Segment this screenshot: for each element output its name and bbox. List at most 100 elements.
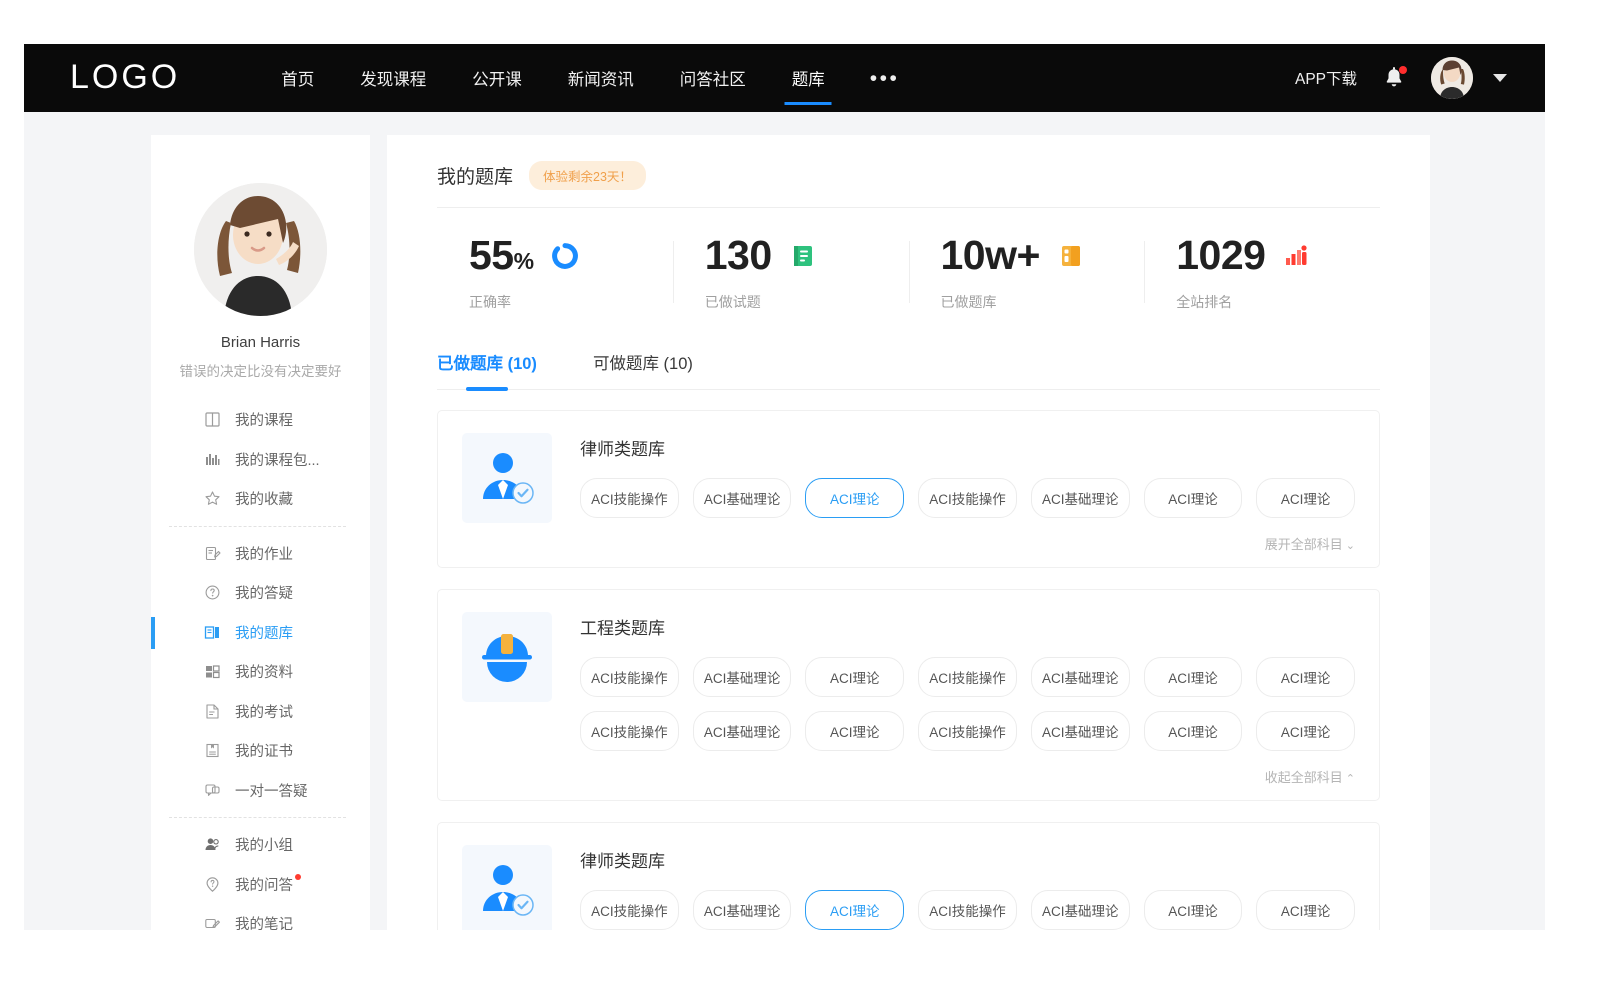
sidebar-item-one-on-one-qa[interactable]: 一对一答疑 [151,771,370,811]
subject-tag[interactable]: ACI理论 [805,657,904,697]
sidebar-item-my-group[interactable]: 我的小组 [151,825,370,865]
stat-value: 1029 [1176,235,1265,276]
subject-tag[interactable]: ACI基础理论 [1031,890,1130,930]
subject-tag[interactable]: ACI理论 [1256,657,1355,697]
nav-item-qa-community[interactable]: 问答社区 [657,44,769,112]
subject-tag[interactable]: ACI理论 [1256,478,1355,518]
sidebar-item-my-homework[interactable]: 我的作业 [151,534,370,574]
subject-tag-selected[interactable]: ACI理论 [805,478,904,518]
subject-tag[interactable]: ACI基础理论 [1031,657,1130,697]
page-title: 我的题库 [437,162,513,189]
trial-badge: 体验剩余23天！ [529,161,646,190]
sidebar-item-label: 一对一答疑 [235,780,308,801]
collapse-all-subjects-button[interactable]: 收起全部科目⌃ [580,765,1355,786]
exam-paper-icon [203,702,221,720]
card-title: 律师类题库 [580,435,1355,460]
sidebar-item-my-notes[interactable]: 我的笔记 [151,904,370,930]
subject-tag[interactable]: ACI基础理论 [1031,478,1130,518]
sidebar-item-my-questions[interactable]: 我的问答 [151,865,370,905]
notification-badge-dot [1399,66,1407,74]
sidebar-user-name: Brian Harris [151,334,370,351]
sidebar-item-my-materials[interactable]: 我的资料 [151,652,370,692]
question-bank-card[interactable]: 律师类题库 ACI技能操作 ACI基础理论 ACI理论 ACI技能操作 ACI基… [437,822,1380,930]
nav-item-news[interactable]: 新闻资讯 [545,44,657,112]
stat-label: 已做题库 [941,292,1145,312]
nav-more-icon[interactable]: ••• [848,68,922,89]
lawyer-avatar-icon [476,447,538,509]
notification-bell-button[interactable] [1383,66,1405,90]
stat-value: 55% [469,235,534,276]
subject-tag[interactable]: ACI理论 [1144,657,1243,697]
sidebar-item-label: 我的作业 [235,543,293,564]
nav-item-discover-courses[interactable]: 发现课程 [337,44,449,112]
stats-row: 55% 正确率 130 [437,208,1380,336]
tag-row: ACI技能操作 ACI基础理论 ACI理论 ACI技能操作 ACI基础理论 AC… [580,657,1355,697]
subject-tag[interactable]: ACI理论 [805,711,904,751]
sidebar-item-my-favorites[interactable]: 我的收藏 [151,479,370,519]
card-body: 工程类题库 ACI技能操作 ACI基础理论 ACI理论 ACI技能操作 ACI基… [580,612,1355,786]
profile-card-icon [203,663,221,681]
avatar[interactable] [1431,57,1473,99]
package-icon [203,450,221,468]
stat-label: 全站排名 [1176,292,1380,312]
subject-tag[interactable]: ACI基础理论 [693,711,792,751]
subject-tag[interactable]: ACI技能操作 [580,657,679,697]
sidebar-item-label: 我的考试 [235,701,293,722]
subject-tag[interactable]: ACI技能操作 [918,657,1017,697]
subject-tag[interactable]: ACI技能操作 [918,890,1017,930]
sidebar-divider [169,817,346,818]
group-icon [203,836,221,854]
subject-tag[interactable]: ACI基础理论 [693,890,792,930]
tab-completed-banks[interactable]: 已做题库 (10) [437,350,537,389]
sidebar-item-my-courses[interactable]: 我的课程 [151,400,370,440]
subject-tag[interactable]: ACI技能操作 [918,711,1017,751]
sidebar-item-label: 我的课程包... [235,449,320,470]
subject-tag[interactable]: ACI基础理论 [693,657,792,697]
sidebar-menu: 我的课程 我的课程包... 我的收藏 我的作业 我的答疑 [151,400,370,930]
chat-bubble-icon [203,781,221,799]
green-book-icon [790,243,816,269]
subject-tag[interactable]: ACI技能操作 [580,890,679,930]
stat-questions-done: 130 已做试题 [673,235,909,312]
nav-item-open-class[interactable]: 公开课 [449,44,545,112]
question-bank-icon [203,623,221,641]
sidebar-item-my-qa[interactable]: 我的答疑 [151,573,370,613]
subject-tag[interactable]: ACI技能操作 [580,478,679,518]
help-pin-icon [203,875,221,893]
subject-tag[interactable]: ACI基础理论 [693,478,792,518]
app-download-link[interactable]: APP下载 [1295,67,1357,89]
expand-all-subjects-button[interactable]: 展开全部科目⌄ [580,532,1355,553]
nav-item-home[interactable]: 首页 [258,44,337,112]
chevron-down-icon[interactable] [1493,74,1507,82]
card-body: 律师类题库 ACI技能操作 ACI基础理论 ACI理论 ACI技能操作 ACI基… [580,845,1355,930]
subject-tag[interactable]: ACI理论 [1256,890,1355,930]
subject-tag[interactable]: ACI基础理论 [1031,711,1130,751]
top-navigation-bar: LOGO 首页 发现课程 公开课 新闻资讯 问答社区 题库 ••• APP下载 [24,44,1545,112]
question-bank-card[interactable]: 工程类题库 ACI技能操作 ACI基础理论 ACI理论 ACI技能操作 ACI基… [437,589,1380,801]
chevron-up-icon: ⌃ [1346,773,1355,785]
page-body: Brian Harris 错误的决定比没有决定要好 我的课程 我的课程包... … [24,112,1545,930]
subject-tag-selected[interactable]: ACI理论 [805,890,904,930]
site-logo[interactable]: LOGO [70,60,180,96]
sidebar-item-label: 我的证书 [235,740,293,761]
card-thumbnail [462,612,552,702]
sidebar-item-my-question-bank[interactable]: 我的题库 [151,613,370,653]
page-header: 我的题库 体验剩余23天！ [437,135,1380,208]
subject-tag[interactable]: ACI技能操作 [580,711,679,751]
sidebar-item-label: 我的笔记 [235,913,293,930]
subject-tag[interactable]: ACI技能操作 [918,478,1017,518]
sidebar-item-my-exams[interactable]: 我的考试 [151,692,370,732]
stat-label: 已做试题 [705,292,909,312]
subject-tag[interactable]: ACI理论 [1256,711,1355,751]
tab-available-banks[interactable]: 可做题库 (10) [593,350,693,389]
certificate-icon [203,742,221,760]
subject-tag[interactable]: ACI理论 [1144,711,1243,751]
sidebar-item-my-certificates[interactable]: 我的证书 [151,731,370,771]
sidebar-item-my-course-packages[interactable]: 我的课程包... [151,440,370,480]
question-bank-card[interactable]: 律师类题库 ACI技能操作 ACI基础理论 ACI理论 ACI技能操作 ACI基… [437,410,1380,568]
note-pen-icon [203,915,221,930]
nav-item-question-bank[interactable]: 题库 [769,44,848,112]
sidebar-item-label: 我的问答 [235,874,293,895]
subject-tag[interactable]: ACI理论 [1144,478,1243,518]
subject-tag[interactable]: ACI理论 [1144,890,1243,930]
